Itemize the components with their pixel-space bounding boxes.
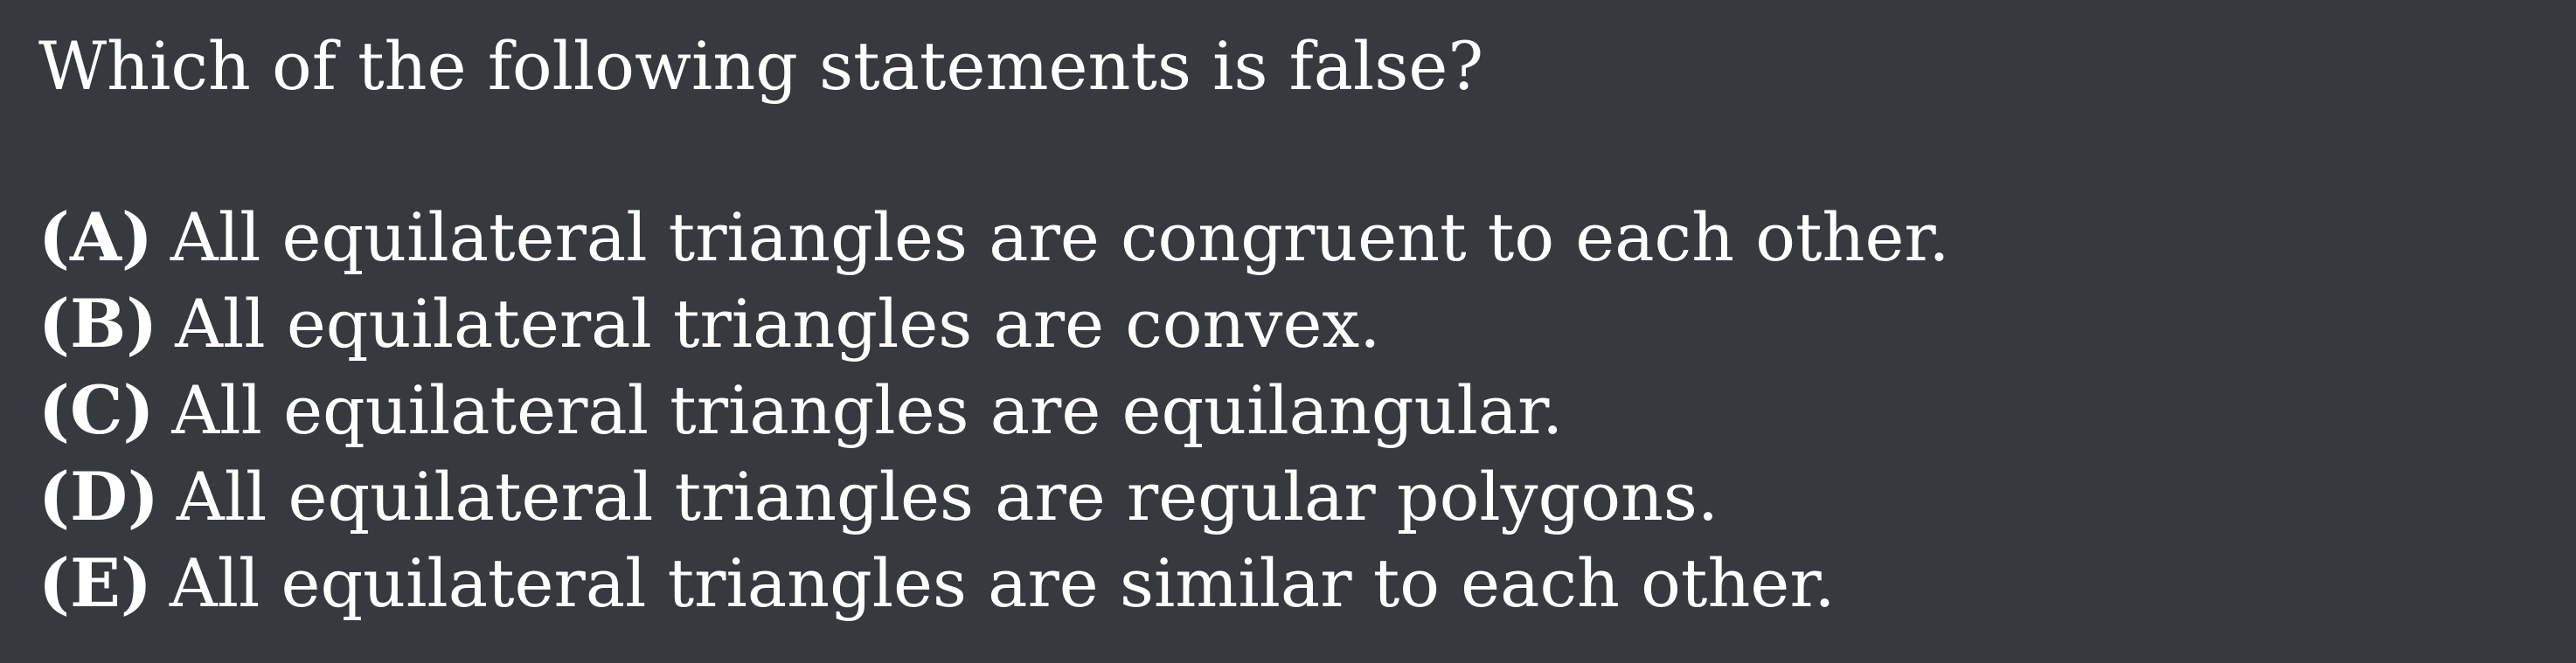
choice-d-text: All equilateral triangles are regular po… (176, 458, 1719, 535)
choice-a-text: All equilateral triangles are congruent … (170, 198, 1950, 276)
choice-b: (B) All equilateral triangles are convex. (38, 280, 1950, 367)
choice-e: (E) All equilateral triangles are similar… (38, 540, 1950, 626)
choice-a: (A) All equilateral triangles are congrue… (38, 194, 1950, 280)
question-text: Which of the following statements is fal… (38, 27, 1484, 105)
answer-choices: (A) All equilateral triangles are congrue… (38, 194, 1950, 626)
choice-a-label: (A) (38, 198, 153, 276)
choice-d: (D) All equilateral triangles are regular… (38, 453, 1950, 540)
choice-b-label: (B) (38, 285, 158, 363)
choice-e-label: (E) (38, 544, 152, 622)
choice-d-label: (D) (38, 458, 159, 535)
choice-c: (C) All equilateral triangles are equilan… (38, 367, 1950, 453)
choice-b-text: All equilateral triangles are convex. (175, 285, 1381, 363)
choice-e-text: All equilateral triangles are similar to… (169, 544, 1836, 622)
choice-c-label: (C) (38, 371, 155, 449)
choice-c-text: All equilateral triangles are equilangul… (171, 371, 1564, 449)
